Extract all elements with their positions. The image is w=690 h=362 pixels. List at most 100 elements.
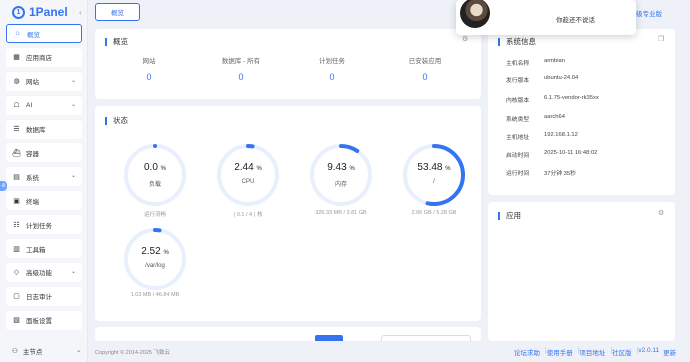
sysinfo-key: 系统类型 bbox=[506, 117, 530, 123]
footer-link-0[interactable]: 论坛求助 bbox=[514, 347, 540, 357]
logo-text: 1Panel bbox=[29, 5, 68, 19]
gauge-label: CPU bbox=[241, 179, 255, 185]
sidebar-item-6[interactable]: ▤ 系统 ⌄ bbox=[6, 167, 82, 187]
gauge-ring bbox=[124, 228, 186, 290]
sysinfo-value: aarch64 bbox=[544, 114, 565, 120]
sidebar-item-2[interactable]: ◍ 网站 ⌄ bbox=[6, 71, 82, 91]
chevron-down-icon: ⌄ bbox=[76, 347, 82, 354]
robot-icon: ☖ bbox=[13, 102, 20, 110]
sysinfo-row: 系统类型 aarch64 bbox=[506, 114, 565, 123]
gauge-value: 53.48 % bbox=[417, 162, 451, 173]
sidebar-item-label: 数据库 bbox=[26, 127, 46, 135]
overview-websites[interactable]: 网站 0 bbox=[109, 55, 189, 82]
sysinfo-value: 192.168.1.12 bbox=[544, 132, 578, 138]
footer-link-2[interactable]: 项目地址 bbox=[579, 347, 605, 357]
terminal-icon: ▣ bbox=[13, 197, 20, 205]
sidebar-item-5[interactable]: ⛴ 容器 bbox=[6, 143, 82, 163]
overview-installed-apps[interactable]: 已安装应用 0 bbox=[385, 55, 465, 82]
status-card: 状态 0.0 % 负载 运行流畅 2.44 % CPU( 0.1 / 4 ) 核 9.43… bbox=[95, 106, 481, 321]
chevron-down-icon: ⌄ bbox=[70, 173, 76, 180]
apps-card: 应用 ⚙ bbox=[488, 202, 675, 341]
footer-link-1[interactable]: 使用手册 bbox=[547, 347, 573, 357]
upgrade-pro-link[interactable]: 级专业版 bbox=[636, 8, 662, 18]
sidebar-item-10[interactable]: ◇ 高级功能 ⌄ bbox=[6, 262, 82, 282]
app-store-icon: ▦ bbox=[13, 54, 20, 62]
logo[interactable]: 1 1Panel bbox=[12, 5, 68, 19]
sidebar-item-11[interactable]: ▢ 日志审计 bbox=[6, 286, 82, 306]
side-expand-tab[interactable]: A bbox=[0, 181, 7, 191]
sidebar-item-label: 工具箱 bbox=[26, 246, 46, 254]
sysinfo-title: 系统信息 bbox=[498, 36, 536, 47]
gauge-value: 0.0 % bbox=[143, 162, 167, 173]
sysinfo-row: 启动时间 2025-10-11 16:48:02 bbox=[506, 150, 597, 159]
sysinfo-row: 运行时间 37分钟 35秒 bbox=[506, 168, 576, 177]
gear-icon[interactable]: ⚙ bbox=[658, 209, 664, 217]
tab-overview[interactable]: 概览 bbox=[95, 3, 140, 21]
monitor-tab-active[interactable] bbox=[315, 335, 343, 341]
container-icon: ⛴ bbox=[12, 149, 21, 157]
sysinfo-value: 37分钟 35秒 bbox=[544, 171, 576, 177]
apps-title: 应用 bbox=[498, 210, 521, 221]
sidebar-item-0[interactable]: ⌂ 概览 bbox=[6, 24, 82, 43]
sidebar-item-8[interactable]: ☷ 计划任务 bbox=[6, 215, 82, 235]
sysinfo-value: armbian bbox=[544, 58, 565, 64]
sidebar-item-label: 概览 bbox=[27, 31, 40, 39]
sidebar-item-12[interactable]: ▧ 面板设置 bbox=[6, 310, 82, 330]
sysinfo-key: 启动时间 bbox=[506, 153, 530, 159]
sysinfo-value: 2025-10-11 16:48:02 bbox=[544, 150, 598, 156]
gauge-value: 9.43 % bbox=[327, 162, 355, 173]
node-label: 主节点 bbox=[22, 349, 43, 356]
monitor-select[interactable] bbox=[381, 335, 471, 341]
sysinfo-key: 主机名称 bbox=[506, 61, 530, 67]
sidebar-item-label: 面板设置 bbox=[26, 318, 52, 326]
collapse-sidebar-icon[interactable]: ‹ bbox=[79, 8, 82, 17]
avatar[interactable] bbox=[460, 0, 490, 28]
gauge-value: 2.44 % bbox=[234, 162, 262, 173]
gauge-detail: 2.66 GB / 5.28 GB bbox=[411, 210, 457, 216]
gear-icon[interactable]: ⚙ bbox=[462, 35, 468, 43]
home-icon: ⌂ bbox=[15, 30, 20, 37]
overview-databases[interactable]: 数据库 - 所有 0 bbox=[201, 55, 281, 82]
sysinfo-row: 内核版本 6.1.75-vendor-rk35xx bbox=[506, 95, 599, 104]
sidebar-menu: ⌂ 概览 ▦ 应用商店 ◍ 网站 ⌄ ☖ AI ⌄ ☰ 数据库 ⛴ 容器 ▤ 系统 ⌄ ▣ 终端 ☷ 计划任务 ▥ 工具箱 ◇… bbox=[6, 24, 82, 335]
cron-icon: ☷ bbox=[13, 221, 20, 229]
gauge-ring bbox=[403, 144, 465, 206]
sidebar-item-label: 系统 bbox=[26, 174, 39, 182]
overview-cron[interactable]: 计划任务 0 bbox=[292, 55, 372, 82]
gauge-0: 0.0 % 负载 bbox=[122, 142, 188, 208]
sidebar-item-label: 网站 bbox=[26, 79, 39, 87]
gauge-label: 负载 bbox=[148, 182, 161, 188]
logo-mark-icon: 1 bbox=[12, 5, 25, 19]
gauge-ring bbox=[310, 144, 372, 206]
gauge-label: / bbox=[433, 179, 435, 185]
footer-link-3[interactable]: 社区版 bbox=[612, 347, 632, 357]
sidebar-item-label: 日志审计 bbox=[26, 294, 52, 302]
gauge-value: 2.52 % bbox=[141, 246, 169, 257]
settings-icon: ▧ bbox=[13, 317, 20, 325]
sidebar-item-1[interactable]: ▦ 应用商店 bbox=[6, 47, 82, 67]
sidebar-item-7[interactable]: ▣ 终端 bbox=[6, 191, 82, 211]
sidebar-item-9[interactable]: ▥ 工具箱 bbox=[6, 239, 82, 259]
sidebar-item-label: 高级功能 bbox=[26, 270, 52, 278]
gauge-label: 内存 bbox=[334, 182, 347, 188]
sidebar-item-4[interactable]: ☰ 数据库 bbox=[6, 119, 82, 139]
copy-icon[interactable]: ❐ bbox=[658, 35, 664, 43]
sysinfo-key: 主机地址 bbox=[506, 135, 530, 141]
node-selector[interactable]: ⚇ 主节点 ⌄ bbox=[12, 346, 81, 356]
footer-links: 论坛求助 | 使用手册 | 项目地址 | 社区版 | v2.0.11 更新 bbox=[514, 347, 676, 357]
update-link[interactable]: 更新 bbox=[663, 347, 676, 357]
gauge-3: 53.48 % / bbox=[401, 142, 467, 208]
sidebar-item-label: 计划任务 bbox=[26, 222, 52, 230]
sidebar-item-label: 终端 bbox=[26, 198, 39, 206]
sidebar-item-3[interactable]: ☖ AI ⌄ bbox=[6, 95, 82, 115]
gauge-4: 2.52 % /var/log bbox=[122, 226, 188, 292]
sysinfo-key: 运行时间 bbox=[506, 171, 530, 177]
sysinfo-key: 内核版本 bbox=[506, 98, 530, 104]
sidebar-item-label: AI bbox=[26, 101, 33, 109]
sysinfo-value: 6.1.75-vendor-rk35xx bbox=[544, 95, 599, 101]
database-icon: ☰ bbox=[13, 126, 20, 134]
sysinfo-value: ubuntu-24.04 bbox=[544, 75, 579, 81]
toolbox-icon: ▥ bbox=[13, 245, 20, 253]
sysinfo-key: 发行版本 bbox=[506, 78, 530, 84]
chevron-down-icon: ⌄ bbox=[70, 268, 76, 275]
